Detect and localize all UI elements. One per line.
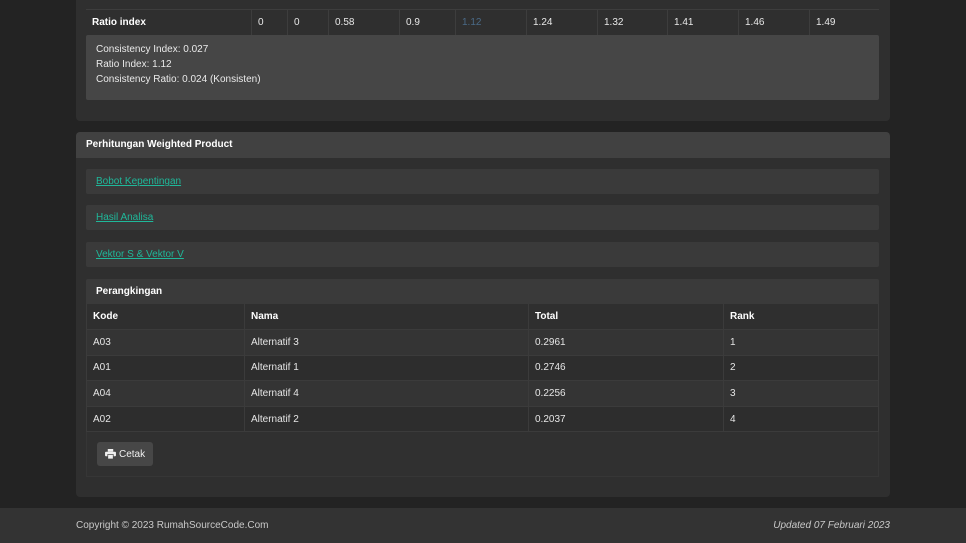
cell-total: 0.2256 xyxy=(528,380,724,407)
ratio-index-value: 1.46 xyxy=(738,10,809,35)
ratio-index-value: 0 xyxy=(251,10,287,35)
cell-kode: A02 xyxy=(86,406,245,433)
cell-kode: A04 xyxy=(86,380,245,407)
ratio-index-summary: Ratio Index: 1.12 xyxy=(96,59,172,70)
table-row: A02 Alternatif 2 0.2037 4 xyxy=(86,406,879,433)
ratio-index-value: 1.41 xyxy=(667,10,738,35)
bobot-kepentingan-link[interactable]: Bobot Kepentingan xyxy=(96,176,181,187)
cell-rank: 2 xyxy=(723,355,879,382)
column-header-rank: Rank xyxy=(723,304,879,331)
accordion-hasil-analisa: Hasil Analisa xyxy=(86,205,879,230)
ratio-index-value: 1.49 xyxy=(809,10,879,35)
column-header-kode: Kode xyxy=(86,304,245,331)
cell-nama: Alternatif 2 xyxy=(244,406,529,433)
cell-rank: 1 xyxy=(723,329,879,356)
cell-rank: 3 xyxy=(723,380,879,407)
cell-nama: Alternatif 4 xyxy=(244,380,529,407)
table-row: A01 Alternatif 1 0.2746 2 xyxy=(86,355,879,382)
ratio-index-value: 0.58 xyxy=(328,10,399,35)
ratio-index-value: 1.24 xyxy=(526,10,597,35)
print-button[interactable]: Cetak xyxy=(97,442,154,466)
cell-nama: Alternatif 1 xyxy=(244,355,529,382)
consistency-index: Consistency Index: 0.027 xyxy=(96,44,209,55)
cell-kode: A01 xyxy=(86,355,245,382)
cell-rank: 4 xyxy=(723,406,879,433)
ranking-table: Kode Nama Total Rank A03 Alternatif 3 0.… xyxy=(86,304,879,433)
weighted-product-panel: Perhitungan Weighted Product Bobot Kepen… xyxy=(76,132,890,497)
cell-nama: Alternatif 3 xyxy=(244,329,529,356)
cell-total: 0.2746 xyxy=(528,355,724,382)
ratio-index-value: 0.9 xyxy=(399,10,455,35)
hasil-analisa-link[interactable]: Hasil Analisa xyxy=(96,212,153,223)
cell-kode: A03 xyxy=(86,329,245,356)
column-header-nama: Nama xyxy=(244,304,529,331)
accordion-bobot-kepentingan: Bobot Kepentingan xyxy=(86,169,879,194)
cell-total: 0.2961 xyxy=(528,329,724,356)
ratio-index-label: Ratio index xyxy=(92,17,146,28)
ratio-index-value: 1.32 xyxy=(597,10,667,35)
weighted-product-title: Perhitungan Weighted Product xyxy=(76,132,890,158)
footer-updated: Updated 07 Februari 2023 xyxy=(773,520,890,531)
ratio-index-value: 0 xyxy=(287,10,328,35)
column-header-total: Total xyxy=(528,304,724,331)
consistency-ratio: Consistency Ratio: 0.024 (Konsisten) xyxy=(96,74,261,85)
ratio-index-row: Ratio index 0 0 0.58 0.9 1.12 1.24 1.32 … xyxy=(86,9,879,35)
print-area: Cetak xyxy=(86,432,879,477)
table-row: A03 Alternatif 3 0.2961 1 xyxy=(86,329,879,356)
table-header-row: Kode Nama Total Rank xyxy=(86,304,879,331)
cell-total: 0.2037 xyxy=(528,406,724,433)
ratio-index-value-highlighted: 1.12 xyxy=(455,10,526,35)
ranking-title: Perangkingan xyxy=(86,279,879,304)
accordion-vektor: Vektor S & Vektor V xyxy=(86,242,879,267)
footer: Copyright © 2023 RumahSourceCode.Com Upd… xyxy=(0,508,966,543)
consistency-summary: Consistency Index: 0.027 Ratio Index: 1.… xyxy=(86,35,879,100)
print-button-label: Cetak xyxy=(119,448,146,460)
printer-icon xyxy=(105,449,116,459)
footer-copyright: Copyright © 2023 RumahSourceCode.Com xyxy=(76,520,269,531)
vektor-s-v-link[interactable]: Vektor S & Vektor V xyxy=(96,249,184,260)
table-row: A04 Alternatif 4 0.2256 3 xyxy=(86,380,879,407)
